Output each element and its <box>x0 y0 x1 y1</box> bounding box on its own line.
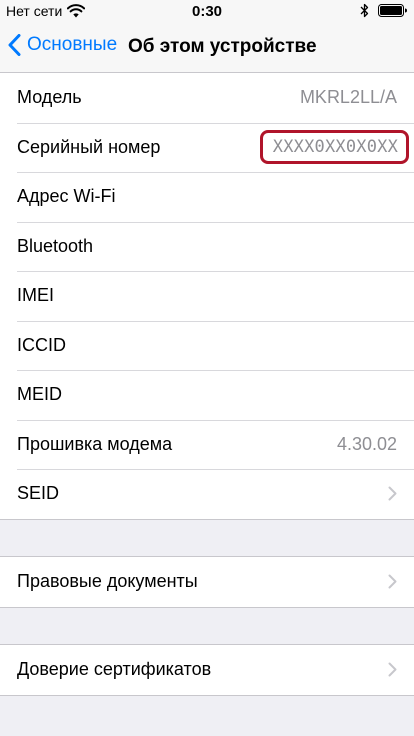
page-title: Об этом устройстве <box>128 36 317 57</box>
row-meid: MEID <box>0 370 414 420</box>
row-wifi-address: Адрес Wi-Fi <box>0 172 414 222</box>
row-bluetooth: Bluetooth <box>0 221 414 272</box>
row-label: SEID <box>17 483 60 504</box>
row-label: Модель <box>17 87 82 108</box>
chevron-right-icon <box>388 486 397 501</box>
row-seid[interactable]: SEID <box>0 469 414 519</box>
row-label: Bluetooth <box>17 235 94 256</box>
row-label: MEID <box>17 384 62 405</box>
row-label: Серийный номер <box>17 136 161 157</box>
row-label: Правовые документы <box>17 571 198 592</box>
navigation-bar: Основные Об этом устройстве <box>0 22 414 73</box>
chevron-right-icon <box>388 662 397 677</box>
legal-group: Правовые документы <box>0 556 414 608</box>
row-serial-number: Серийный номер XXXX0XX0X0XX <box>0 122 414 173</box>
row-certificate-trust[interactable]: Доверие сертификатов <box>0 645 414 695</box>
row-iccid: ICCID <box>0 320 414 371</box>
back-button-label: Основные <box>27 34 118 55</box>
status-bar: Нет сети 0:30 <box>0 0 414 22</box>
serial-number-value: XXXX0XX0X0XX <box>259 130 409 165</box>
row-value: MKRL2LL/A <box>299 87 397 108</box>
row-modem-firmware: Прошивка модема 4.30.02 <box>0 419 414 470</box>
row-value: 4.30.02 <box>336 433 397 454</box>
row-legal-documents[interactable]: Правовые документы <box>0 557 414 607</box>
chevron-left-icon <box>8 34 21 56</box>
bluetooth-icon <box>360 3 369 18</box>
row-imei: IMEI <box>0 271 414 321</box>
back-button[interactable]: Основные <box>8 34 117 56</box>
about-info-group: Модель MKRL2LL/A Серийный номер XXXX0XX0… <box>0 72 414 520</box>
chevron-right-icon <box>388 574 397 589</box>
status-right <box>360 3 408 18</box>
trust-group: Доверие сертификатов <box>0 644 414 696</box>
battery-icon <box>378 4 407 17</box>
status-time: 0:30 <box>191 3 223 20</box>
row-label: Адрес Wi-Fi <box>17 186 116 207</box>
row-label: IMEI <box>17 285 55 306</box>
row-label: Доверие сертификатов <box>17 659 212 680</box>
row-model: Модель MKRL2LL/A <box>0 73 414 123</box>
row-label: ICCID <box>17 334 66 355</box>
row-label: Прошивка модема <box>17 433 173 454</box>
